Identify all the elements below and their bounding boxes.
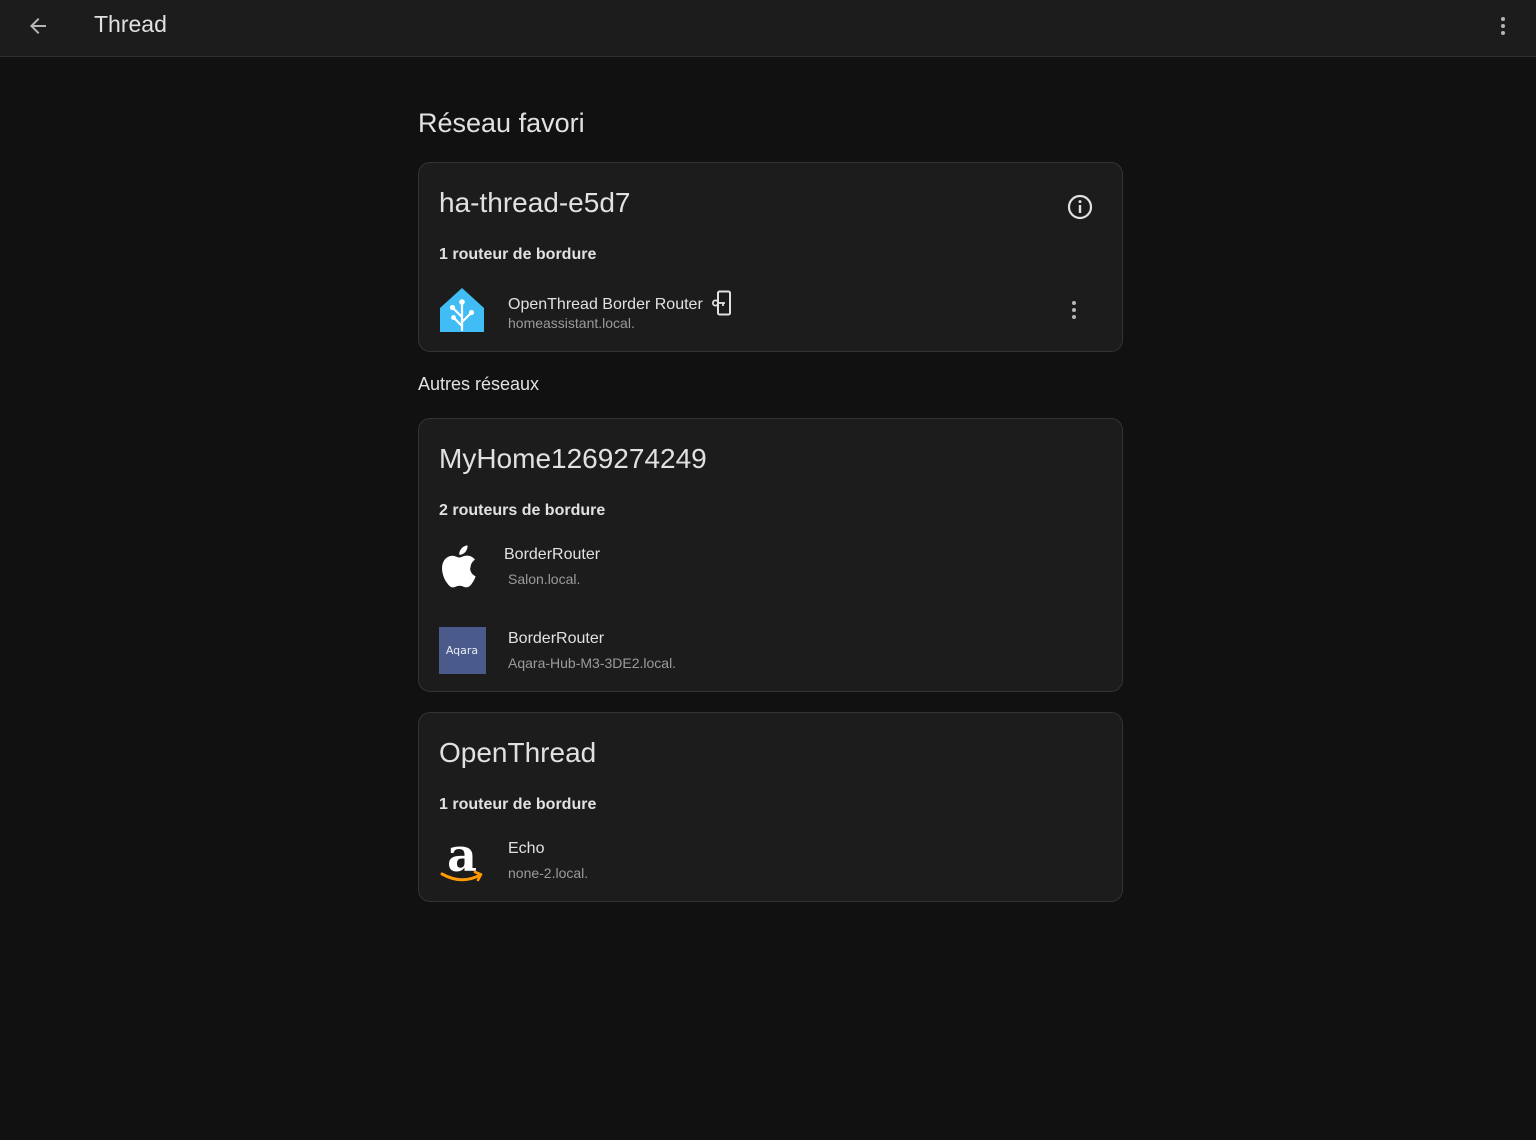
- aqara-icon: Aqara: [438, 626, 486, 674]
- preferred-network-card: ha-thread-e5d7 1 routeur de bordure Open…: [418, 162, 1123, 352]
- network-info-button[interactable]: [1064, 191, 1096, 223]
- router-count: 1 routeur de bordure: [439, 796, 597, 813]
- router-name: Echo: [508, 840, 545, 857]
- dots-vertical-icon: [1072, 301, 1076, 319]
- router-menu-button[interactable]: [1056, 292, 1092, 328]
- info-icon: [1067, 194, 1093, 220]
- overflow-menu-button[interactable]: [1482, 4, 1524, 48]
- network-name: ha-thread-e5d7: [439, 187, 631, 218]
- router-name: BorderRouter: [508, 630, 605, 647]
- network-card: MyHome1269274249 2 routeurs de bordure B…: [418, 418, 1123, 692]
- router-name: OpenThread Border Router: [508, 290, 733, 316]
- router-count: 2 routeurs de bordure: [439, 502, 606, 519]
- dots-vertical-icon: [1501, 17, 1505, 35]
- router-host: none-2.local.: [508, 865, 589, 881]
- router-name: BorderRouter: [504, 546, 601, 563]
- list-item[interactable]: BorderRouter Salon.local.: [419, 542, 1122, 606]
- router-count: 1 routeur de bordure: [439, 246, 597, 263]
- page-title: Thread: [94, 11, 167, 37]
- router-host: homeassistant.local.: [508, 315, 635, 331]
- list-item[interactable]: OpenThread Border Router homeassistant.l…: [419, 286, 1122, 350]
- router-name-text: OpenThread Border Router: [508, 296, 703, 313]
- router-host: Salon.local.: [508, 571, 581, 587]
- aqara-logo-text: Aqara: [438, 626, 486, 674]
- network-card: OpenThread 1 routeur de bordure a Echo n…: [418, 712, 1123, 902]
- arrow-left-icon: [30, 18, 46, 34]
- list-item[interactable]: Aqara BorderRouter Aqara-Hub-M3-3DE2.loc…: [419, 626, 1122, 690]
- home-assistant-icon: [438, 286, 486, 334]
- amazon-icon: a: [438, 835, 486, 884]
- apple-icon: [438, 542, 486, 590]
- network-name: OpenThread: [439, 737, 597, 768]
- cellphone-key-icon: [712, 290, 732, 316]
- preferred-network-heading: Réseau favori: [418, 108, 585, 138]
- other-networks-heading: Autres réseaux: [418, 374, 540, 394]
- network-name: MyHome1269274249: [439, 443, 707, 474]
- list-item[interactable]: a Echo none-2.local.: [419, 835, 1122, 900]
- top-app-bar: Thread: [0, 0, 1536, 57]
- back-button[interactable]: [16, 4, 60, 48]
- svg-text:a: a: [447, 835, 477, 882]
- router-host: Aqara-Hub-M3-3DE2.local.: [508, 655, 677, 671]
